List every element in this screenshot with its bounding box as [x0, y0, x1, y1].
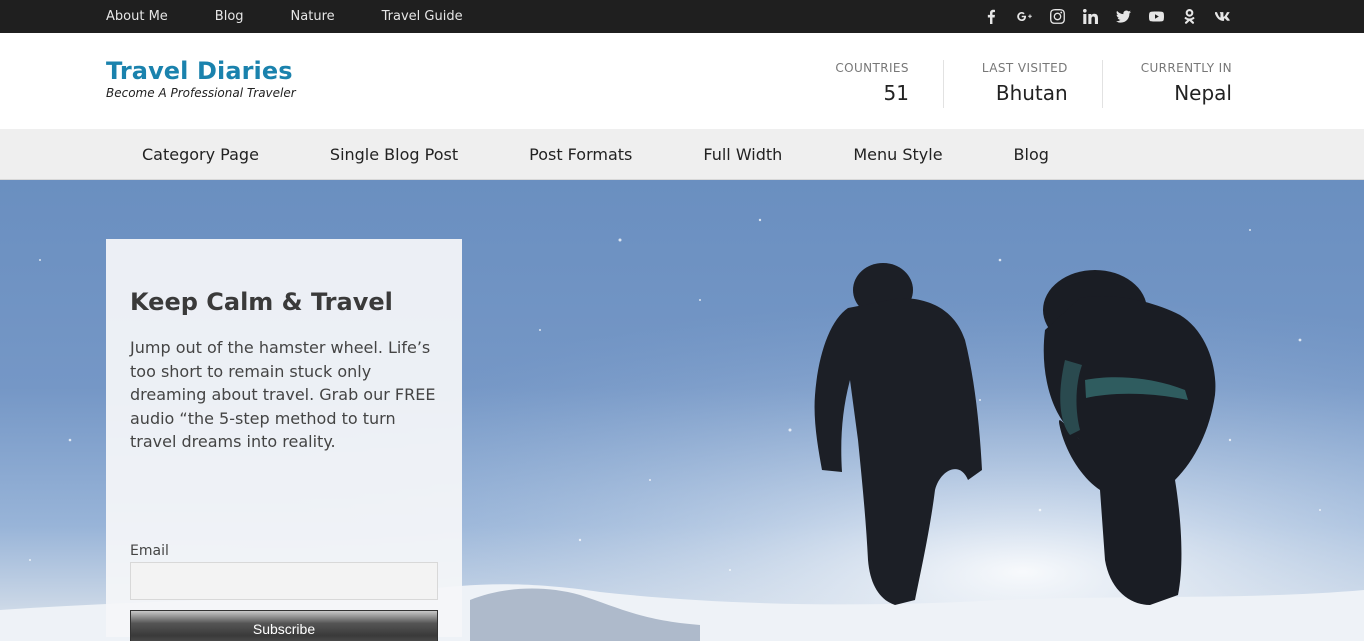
top-nav-travel-guide[interactable]: Travel Guide [382, 9, 463, 24]
top-nav: About Me Blog Nature Travel Guide [106, 0, 510, 33]
top-nav-nature[interactable]: Nature [291, 9, 335, 24]
stat-label: COUNTRIES [835, 61, 909, 75]
email-label: Email [130, 543, 169, 559]
vk-icon[interactable] [1213, 8, 1231, 26]
nav-item-blog[interactable]: Blog [1014, 145, 1049, 164]
top-nav-about-me[interactable]: About Me [106, 9, 168, 24]
nav-item-post-formats[interactable]: Post Formats [529, 145, 632, 164]
youtube-icon[interactable] [1147, 8, 1165, 26]
nav-item-full-width[interactable]: Full Width [703, 145, 782, 164]
facebook-icon[interactable] [982, 8, 1000, 26]
card-description: Jump out of the hamster wheel. Life’s to… [130, 338, 436, 452]
site-title[interactable]: Travel Diaries [106, 57, 296, 85]
nav-item-menu-style[interactable]: Menu Style [853, 145, 942, 164]
stat-value: Nepal [1174, 81, 1232, 105]
odnoklassniki-icon[interactable] [1180, 8, 1198, 26]
main-nav: Category Page Single Blog Post Post Form… [0, 129, 1364, 180]
twitter-icon[interactable] [1114, 8, 1132, 26]
stat-label: CURRENTLY IN [1140, 61, 1232, 75]
subscribe-card: Keep Calm & Travel Jump out of the hamst… [106, 239, 462, 641]
stat-value: Bhutan [995, 81, 1068, 105]
stat-currently-in: CURRENTLY IN Nepal [1101, 60, 1232, 108]
hero-banner: Keep Calm & Travel Jump out of the hamst… [0, 180, 1364, 641]
site-tagline: Become A Professional Traveler [106, 86, 296, 100]
stat-countries: COUNTRIES 51 [803, 60, 909, 108]
email-input[interactable] [130, 562, 438, 600]
nav-item-category-page[interactable]: Category Page [142, 145, 259, 164]
brand[interactable]: Travel Diaries Become A Professional Tra… [106, 57, 296, 101]
social-links [982, 0, 1231, 33]
stat-last-visited: LAST VISITED Bhutan [942, 60, 1068, 108]
instagram-icon[interactable] [1048, 8, 1066, 26]
stat-label: LAST VISITED [981, 61, 1068, 75]
top-bar: About Me Blog Nature Travel Guide [0, 0, 1364, 33]
linkedin-icon[interactable] [1081, 8, 1099, 26]
subscribe-button[interactable]: Subscribe [130, 610, 438, 641]
stat-value: 51 [883, 81, 909, 105]
google-plus-icon[interactable] [1015, 8, 1033, 26]
card-title: Keep Calm & Travel [130, 288, 393, 316]
nav-item-single-blog-post[interactable]: Single Blog Post [330, 145, 458, 164]
site-header: Travel Diaries Become A Professional Tra… [0, 33, 1364, 129]
top-nav-blog[interactable]: Blog [215, 9, 244, 24]
travel-stats: COUNTRIES 51 LAST VISITED Bhutan CURRENT… [803, 60, 1232, 108]
